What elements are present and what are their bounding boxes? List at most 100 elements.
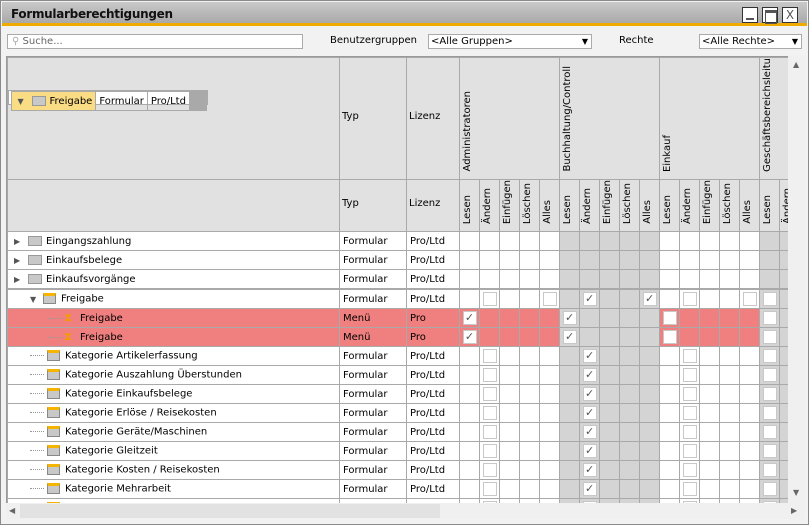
tree-cell[interactable]: Kategorie Mehrarbeit xyxy=(7,479,340,500)
permission-cell[interactable]: ✓ xyxy=(579,422,601,443)
group-header[interactable]: Administratoren xyxy=(458,57,561,180)
checkbox[interactable] xyxy=(762,330,777,345)
group-header[interactable]: Geschäftsbereichsleitu xyxy=(759,57,788,180)
permission-cell[interactable] xyxy=(779,384,788,405)
table-row[interactable]: Kategorie Geräte/Maschinen Formular Pro/Lt… xyxy=(7,422,788,443)
permission-cell[interactable] xyxy=(479,460,500,481)
permission-cell[interactable] xyxy=(779,479,788,500)
checkbox[interactable] xyxy=(542,292,557,307)
permission-cell[interactable] xyxy=(779,346,788,367)
permission-cell[interactable] xyxy=(479,479,500,500)
permission-cell[interactable] xyxy=(699,403,721,424)
permission-cell[interactable] xyxy=(639,269,661,290)
permission-cell[interactable] xyxy=(538,308,561,329)
permission-cell[interactable] xyxy=(599,422,621,443)
permission-cell[interactable] xyxy=(779,460,788,481)
right-header[interactable]: Einfügen xyxy=(599,178,621,233)
permission-cell[interactable] xyxy=(659,308,681,329)
permission-cell[interactable]: ✓ xyxy=(639,289,661,310)
permission-cell[interactable] xyxy=(559,384,581,405)
permission-cell[interactable] xyxy=(759,308,781,329)
permission-cell[interactable] xyxy=(679,327,701,348)
permission-cell[interactable] xyxy=(479,441,500,462)
permission-cell[interactable] xyxy=(759,289,781,310)
checked-checkbox[interactable]: ✓ xyxy=(582,444,597,459)
vertical-scrollbar[interactable]: ▲ ▼ xyxy=(788,56,805,503)
right-header[interactable]: Einfügen xyxy=(499,178,520,233)
checkbox[interactable] xyxy=(682,444,697,459)
permission-cell[interactable] xyxy=(459,346,480,367)
permission-cell[interactable] xyxy=(538,327,561,348)
checkbox[interactable] xyxy=(762,387,777,402)
permission-cell[interactable] xyxy=(739,231,761,252)
permission-cell[interactable] xyxy=(599,403,621,424)
permission-cell[interactable] xyxy=(559,479,581,500)
permission-cell[interactable] xyxy=(538,269,561,290)
permission-cell[interactable] xyxy=(519,384,540,405)
permission-cell[interactable] xyxy=(559,365,581,386)
permission-cell[interactable] xyxy=(479,403,500,424)
permission-cell[interactable] xyxy=(779,250,788,271)
permission-cell[interactable] xyxy=(659,289,681,310)
table-row[interactable]: Kategorie Erlöse / Reisekosten Formular Pr… xyxy=(7,403,788,424)
checkbox[interactable] xyxy=(662,311,677,326)
permission-cell[interactable] xyxy=(579,269,601,290)
permission-cell[interactable]: ✓ xyxy=(459,327,480,348)
permission-cell[interactable] xyxy=(739,250,761,271)
permission-cell[interactable] xyxy=(659,441,681,462)
permission-cell[interactable] xyxy=(759,403,781,424)
permission-cell[interactable] xyxy=(679,269,701,290)
checked-checkbox[interactable]: ✓ xyxy=(642,292,657,307)
right-header[interactable]: Einfügen xyxy=(699,178,721,233)
permission-cell[interactable] xyxy=(519,365,540,386)
permission-cell[interactable] xyxy=(719,441,741,462)
permission-cell[interactable] xyxy=(619,327,641,348)
permission-cell[interactable] xyxy=(699,479,721,500)
checked-checkbox[interactable]: ✓ xyxy=(582,482,597,497)
lizenz-subheader[interactable]: Lizenz xyxy=(406,178,460,233)
permission-cell[interactable] xyxy=(719,327,741,348)
checkbox[interactable] xyxy=(742,292,757,307)
permission-cell[interactable] xyxy=(699,289,721,310)
permission-cell[interactable] xyxy=(599,289,621,310)
permission-cell[interactable] xyxy=(779,289,788,310)
checkbox[interactable] xyxy=(682,292,697,307)
permission-cell[interactable] xyxy=(699,346,721,367)
permission-cell[interactable] xyxy=(538,422,561,443)
permission-cell[interactable] xyxy=(759,231,781,252)
permission-cell[interactable] xyxy=(639,479,661,500)
permission-cell[interactable] xyxy=(699,422,721,443)
table-row[interactable]: Kategorie Auszahlung Überstunden Formular… xyxy=(7,365,788,386)
permission-cell[interactable] xyxy=(499,479,520,500)
scroll-up-icon[interactable]: ▲ xyxy=(793,60,799,69)
permission-cell[interactable] xyxy=(499,365,520,386)
permission-cell[interactable] xyxy=(599,479,621,500)
right-header[interactable]: Lesen xyxy=(459,178,480,233)
checked-checkbox[interactable]: ✓ xyxy=(582,387,597,402)
minimize-button[interactable] xyxy=(742,7,758,23)
permission-cell[interactable] xyxy=(699,384,721,405)
permission-cell[interactable] xyxy=(479,422,500,443)
permission-cell[interactable] xyxy=(719,403,741,424)
permission-cell[interactable] xyxy=(499,422,520,443)
scroll-thumb[interactable] xyxy=(20,504,440,518)
table-row[interactable]: ▼ Freigabe Formular Pro/Ltd ✓ ✓ xyxy=(7,289,788,310)
permission-cell[interactable] xyxy=(538,479,561,500)
rights-select[interactable]: <Alle Rechte> ▼ xyxy=(699,34,802,49)
permission-cell[interactable] xyxy=(719,269,741,290)
permission-cell[interactable] xyxy=(619,460,641,481)
checkbox[interactable] xyxy=(762,349,777,364)
permission-cell[interactable] xyxy=(639,346,661,367)
permission-cell[interactable] xyxy=(499,269,520,290)
permission-cell[interactable] xyxy=(559,269,581,290)
permission-cell[interactable] xyxy=(699,441,721,462)
permission-cell[interactable] xyxy=(459,289,480,310)
permission-cell[interactable] xyxy=(779,403,788,424)
permission-cell[interactable] xyxy=(519,460,540,481)
permission-cell[interactable] xyxy=(479,231,500,252)
permission-cell[interactable] xyxy=(759,269,781,290)
maximize-button[interactable] xyxy=(762,7,778,24)
right-header[interactable]: Löschen xyxy=(719,178,741,233)
permission-cell[interactable] xyxy=(659,269,681,290)
permission-cell[interactable] xyxy=(699,250,721,271)
